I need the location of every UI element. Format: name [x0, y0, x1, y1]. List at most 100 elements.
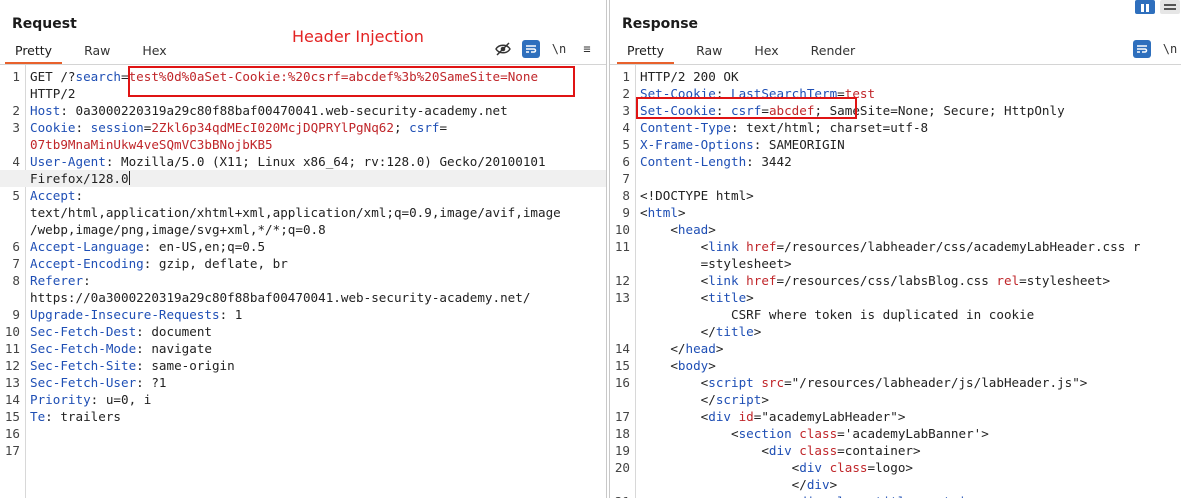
line-number: 17	[4, 443, 20, 458]
code-token: <	[640, 409, 709, 424]
code-token: div	[708, 409, 739, 424]
pretty-print-icon[interactable]	[1133, 40, 1151, 58]
line-number: 21	[610, 493, 634, 498]
code-token: ; SameSite=None; Secure; HttpOnly	[814, 103, 1065, 118]
code-line: 16	[0, 425, 606, 442]
code-line: Firefox/128.0	[0, 170, 606, 187]
request-tab-hex[interactable]: Hex	[132, 38, 176, 64]
hide-nonprintable-icon[interactable]	[494, 40, 512, 58]
line-number: 13	[4, 375, 20, 390]
line-number: 16	[614, 375, 630, 390]
code-token: =logo>	[867, 460, 914, 475]
request-tab-pretty[interactable]: Pretty	[5, 38, 63, 64]
code-token: link	[708, 239, 747, 254]
code-token: class	[829, 460, 868, 475]
line-code: text/html,application/xhtml+xml,applicat…	[24, 204, 561, 221]
line-number: 3	[622, 103, 630, 118]
line-number: 6	[622, 154, 630, 169]
line-number: 12	[4, 358, 20, 373]
line-code: <section class='academyLabBanner'>	[634, 425, 989, 442]
line-number: 6	[12, 239, 20, 254]
line-code: <!DOCTYPE html>	[634, 187, 754, 204]
code-token: =stylesheet>	[640, 256, 792, 271]
line-number	[0, 221, 24, 238]
code-token: head	[677, 222, 709, 237]
code-token: Sec-Fetch-Mode	[30, 341, 137, 356]
response-tab-pretty[interactable]: Pretty	[617, 38, 675, 64]
code-token: href	[746, 239, 777, 254]
layout-rows-icon[interactable]	[1160, 0, 1180, 14]
code-token: : 3442	[746, 154, 792, 169]
request-tabs: Pretty Raw Hex	[5, 38, 189, 64]
code-line: 13 Sec-Fetch-User: ?1	[0, 374, 606, 391]
code-token: abcdef	[768, 103, 815, 118]
code-line: 5 X-Frame-Options: SAMEORIGIN	[610, 136, 1181, 153]
code-token: Referer	[30, 273, 84, 288]
line-number	[0, 204, 24, 221]
code-token: section	[738, 426, 800, 441]
line-number: 5	[622, 137, 630, 152]
code-token: csrf	[409, 120, 440, 135]
code-token: Cookie	[30, 120, 76, 135]
code-line: 14 </head>	[610, 340, 1181, 357]
line-number: 10	[614, 222, 630, 237]
request-editor[interactable]: 1 GET /?search=test%0d%0aSet-Cookie:%20cs…	[0, 64, 606, 498]
code-token: =stylesheet>	[1019, 273, 1111, 288]
code-token: session	[90, 120, 144, 135]
line-code: <script src="/resources/labheader/js/lab…	[634, 374, 1088, 391]
code-line: 6 Accept-Language: en-US,en;q=0.5	[0, 238, 606, 255]
header-injection-annotation: Header Injection	[292, 27, 424, 46]
response-editor[interactable]: 1 HTTP/2 200 OK 2 Set-Cookie: LastSearchTer…	[610, 64, 1181, 498]
code-line: https://0a3000220319a29c80f88baf00470041…	[0, 289, 606, 306]
newline-toggle[interactable]: \n	[1161, 40, 1179, 58]
code-token: </	[640, 341, 686, 356]
code-token: div	[806, 477, 830, 492]
code-token: div	[799, 460, 830, 475]
code-token: /webp,image/png,image/svg+xml,*/*;q=0.8	[30, 222, 326, 237]
code-token: =/resources/css/labsBlog.css	[776, 273, 997, 288]
code-token: >	[829, 477, 838, 492]
line-number: 4	[622, 120, 630, 135]
response-tab-raw[interactable]: Raw	[686, 38, 732, 64]
code-token: : text/html; charset=utf-8	[731, 120, 929, 135]
code-token: </	[640, 324, 716, 339]
line-number: 13	[614, 290, 630, 305]
code-line: </title>	[610, 323, 1181, 340]
line-code: Sec-Fetch-Mode: navigate	[24, 340, 212, 357]
line-code: </div>	[634, 476, 838, 493]
line-number	[610, 323, 634, 340]
code-token: </	[640, 477, 807, 492]
line-number	[610, 306, 634, 323]
response-title: Response	[622, 16, 699, 32]
code-token: ;	[393, 120, 410, 135]
code-token: title	[715, 324, 754, 339]
line-code: Content-Type: text/html; charset=utf-8	[634, 119, 928, 136]
response-tab-hex[interactable]: Hex	[744, 38, 788, 64]
code-token: src	[761, 375, 785, 390]
line-code: Sec-Fetch-Site: same-origin	[24, 357, 235, 374]
response-tab-render[interactable]: Render	[801, 38, 866, 64]
pretty-print-icon[interactable]	[522, 40, 540, 58]
line-code: Priority: u=0, i	[24, 391, 151, 408]
code-token: ="academyLabHeader">	[753, 409, 906, 424]
code-token: : ?1	[136, 375, 167, 390]
code-line: 6 Content-Length: 3442	[610, 153, 1181, 170]
layout-columns-icon[interactable]	[1135, 0, 1155, 14]
code-token: >	[708, 358, 716, 373]
menu-icon[interactable]: ≡	[578, 40, 596, 58]
code-token: Accept-Encoding	[30, 256, 144, 271]
line-number: 10	[4, 324, 20, 339]
response-toolbar: \n	[1133, 40, 1181, 58]
code-token: Set-Cookie	[640, 103, 716, 118]
code-token: <	[640, 290, 709, 305]
line-code: Set-Cookie: LastSearchTerm=test	[634, 85, 875, 102]
code-token: class	[799, 426, 838, 441]
code-token: div class=title-container>	[799, 494, 996, 498]
code-token: :	[715, 103, 731, 118]
request-tab-raw[interactable]: Raw	[74, 38, 120, 64]
code-token: Accept	[30, 188, 76, 203]
code-line: 21 <div class=title-container>	[610, 493, 1181, 498]
code-token: body	[677, 358, 709, 373]
newline-toggle[interactable]: \n	[550, 40, 568, 58]
